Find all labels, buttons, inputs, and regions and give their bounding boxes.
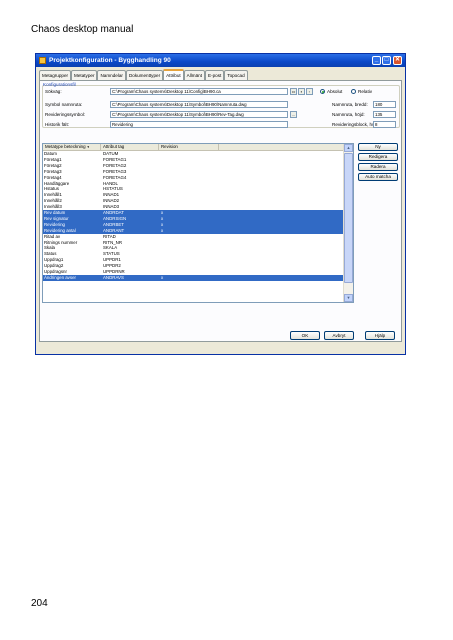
cancel-button[interactable]: Avbryt — [324, 331, 354, 340]
attribute-list[interactable]: Metatype beteckning ▼ Attribut tag Revis… — [42, 143, 354, 303]
edit-button[interactable]: Redigera — [358, 153, 398, 161]
vertical-scrollbar[interactable]: ▲ ▼ — [343, 144, 353, 302]
page-number: 204 — [31, 598, 48, 609]
browse-icon[interactable]: … — [290, 111, 297, 118]
sort-indicator-icon: ▼ — [86, 145, 90, 149]
minimize-button[interactable]: _ — [372, 56, 381, 65]
config-legend: Konfigurationsfil — [43, 82, 76, 87]
header-attribut-tag[interactable]: Attribut tag — [101, 144, 159, 150]
save-icon[interactable]: ▪ — [298, 88, 305, 95]
title-bar[interactable]: Projektkonfiguration - Bygghandling 90 _… — [36, 54, 405, 67]
list-header: Metatype beteckning ▼ Attribut tag Revis… — [43, 144, 343, 151]
scroll-up-icon[interactable]: ▲ — [344, 144, 353, 152]
symbol-field[interactable]: C:\Program\Chaos systems\Desktop 11\Symb… — [110, 101, 288, 108]
row-name: Ändringen avser — [44, 274, 76, 280]
row-revision: x — [161, 274, 164, 280]
app-icon — [39, 57, 46, 64]
hojd-label: Namnruta, höjd: — [332, 112, 365, 117]
tab-metatyper[interactable]: Metatyper — [71, 70, 98, 80]
help-button[interactable]: Hjälp — [365, 331, 395, 340]
tab-topocad[interactable]: Topocad — [224, 70, 248, 80]
revsymbol-field[interactable]: C:\Program\Chaos systems\Desktop 11\Symb… — [110, 111, 288, 118]
attribut-panel: Konfigurationsfil Sökväg: C:\Program\Cha… — [39, 80, 402, 342]
relativ-radio[interactable] — [351, 89, 356, 94]
close-button[interactable]: ✕ — [393, 56, 402, 65]
absolut-label: Absolut — [327, 89, 343, 94]
scroll-thumb[interactable] — [344, 153, 353, 283]
scroll-down-icon[interactable]: ▼ — [344, 294, 353, 302]
header-metatype[interactable]: Metatype beteckning ▼ — [43, 144, 101, 150]
delete-button[interactable]: Radera — [358, 163, 398, 171]
revblock-field[interactable]: 8 — [373, 121, 396, 128]
header-metatype-label: Metatype beteckning — [45, 144, 86, 149]
sokvag-field[interactable]: C:\Program\Chaos systems\Desktop 11\Conf… — [110, 88, 288, 95]
copy-icon[interactable]: ▫ — [306, 88, 313, 95]
tab-metagrupper[interactable]: Metagrupper — [39, 70, 72, 80]
bredd-label: Namnruta, bredd: — [332, 102, 368, 107]
tab-allmant[interactable]: Allmänt — [183, 70, 205, 80]
document-header: Chaos desktop manual — [31, 24, 134, 35]
new-button[interactable]: Ny — [358, 143, 398, 151]
sokvag-label: Sökväg: — [45, 89, 62, 94]
maximize-button[interactable]: □ — [382, 56, 391, 65]
window-title: Projektkonfiguration - Bygghandling 90 — [49, 57, 171, 64]
folder-open-icon[interactable]: ▭ — [290, 88, 297, 95]
auto-match-button[interactable]: Auto matcha — [358, 173, 398, 181]
tab-namndelar[interactable]: Namndelar — [97, 70, 126, 80]
historik-field[interactable]: Revidering — [110, 121, 288, 128]
relativ-label: Relativ — [358, 89, 373, 94]
absolut-radio[interactable] — [320, 89, 325, 94]
row-tag: ANDRAVS — [103, 274, 124, 280]
tab-epost[interactable]: E-post — [205, 70, 225, 80]
project-config-window: Projektkonfiguration - Bygghandling 90 _… — [35, 53, 406, 355]
tab-dokumenttyper[interactable]: Dokumenttyper — [125, 70, 164, 80]
header-revision[interactable]: Revision — [159, 144, 219, 150]
ok-button[interactable]: OK — [290, 331, 320, 340]
revsymbol-label: Revideringssymbol: — [45, 112, 86, 117]
list-row[interactable]: Ändringen avser ANDRAVS x — [43, 274, 343, 281]
historik-label: Historik fält: — [45, 122, 69, 127]
symbol-label: Symbol namnruta: — [45, 102, 83, 107]
hojd-field[interactable]: 135 — [373, 111, 396, 118]
bredd-field[interactable]: 180 — [373, 101, 396, 108]
